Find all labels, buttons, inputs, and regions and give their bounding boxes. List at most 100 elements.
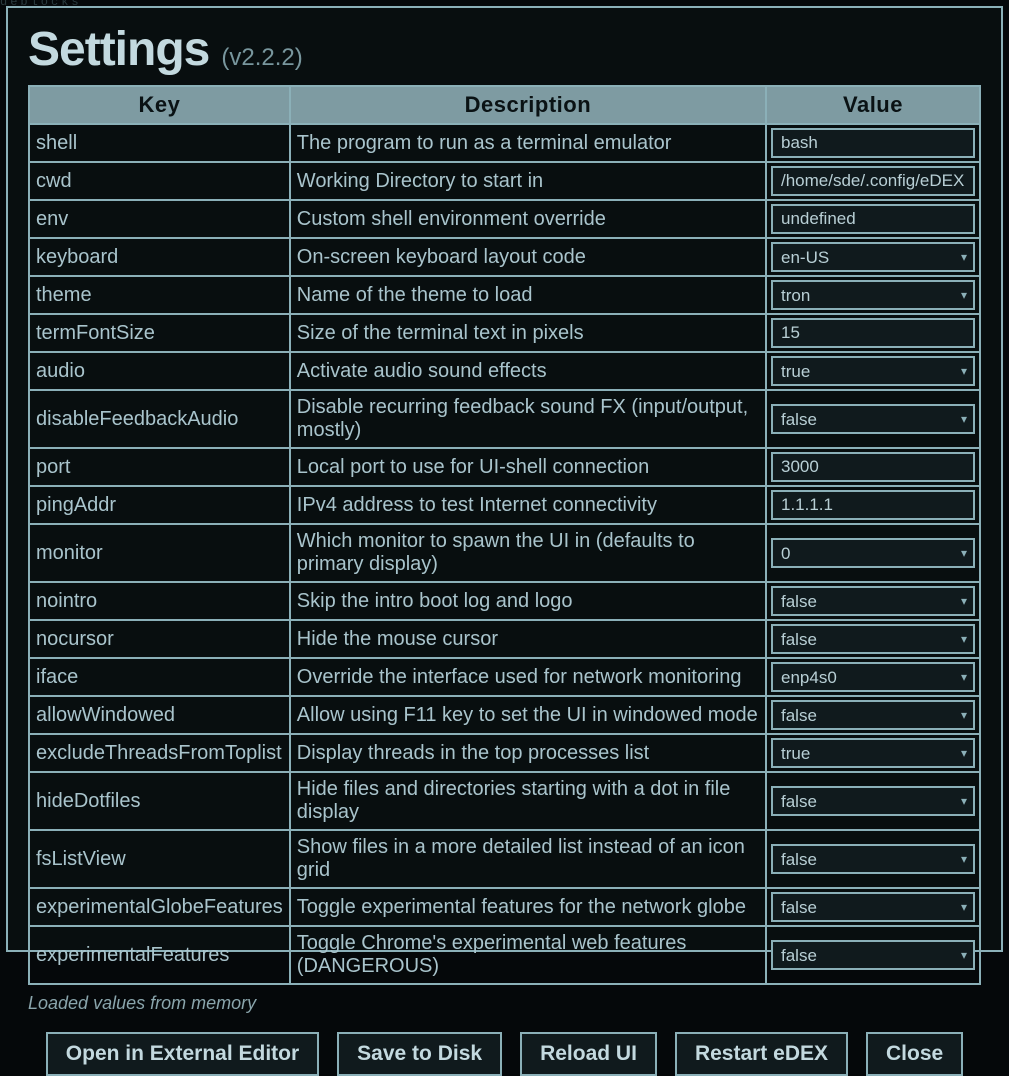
setting-key: nointro xyxy=(29,582,290,620)
table-row: keyboardOn-screen keyboard layout codeen… xyxy=(29,238,980,276)
setting-key: disableFeedbackAudio xyxy=(29,390,290,448)
restart-edex-button[interactable]: Restart eDEX xyxy=(675,1032,848,1076)
select-wrap: false xyxy=(771,700,975,730)
setting-select-excludeThreadsFromToplist[interactable]: true xyxy=(771,738,975,768)
setting-description: Custom shell environment override xyxy=(290,200,766,238)
setting-description: Activate audio sound effects xyxy=(290,352,766,390)
setting-value-cell: true xyxy=(766,352,980,390)
setting-select-experimentalGlobeFeatures[interactable]: false xyxy=(771,892,975,922)
setting-key: cwd xyxy=(29,162,290,200)
settings-modal: Settings (v2.2.2) Key Description Value … xyxy=(6,6,1003,952)
setting-key: experimentalGlobeFeatures xyxy=(29,888,290,926)
select-wrap: false xyxy=(771,892,975,922)
setting-key: iface xyxy=(29,658,290,696)
select-wrap: false xyxy=(771,624,975,654)
table-row: experimentalFeaturesToggle Chrome's expe… xyxy=(29,926,980,984)
setting-select-nocursor[interactable]: false xyxy=(771,624,975,654)
setting-select-keyboard[interactable]: en-US xyxy=(771,242,975,272)
setting-value-cell: false xyxy=(766,390,980,448)
setting-select-fsListView[interactable]: false xyxy=(771,844,975,874)
close-button[interactable]: Close xyxy=(866,1032,963,1076)
setting-value-cell: false xyxy=(766,888,980,926)
setting-description: Disable recurring feedback sound FX (inp… xyxy=(290,390,766,448)
setting-value-cell: 0 xyxy=(766,524,980,582)
select-wrap: enp4s0 xyxy=(771,662,975,692)
setting-value-cell: false xyxy=(766,830,980,888)
select-wrap: true xyxy=(771,356,975,386)
button-row: Open in External Editor Save to Disk Rel… xyxy=(28,1014,981,1076)
column-header-description: Description xyxy=(290,86,766,124)
table-row: audioActivate audio sound effectstrue xyxy=(29,352,980,390)
setting-description: Show files in a more detailed list inste… xyxy=(290,830,766,888)
setting-value-cell: tron xyxy=(766,276,980,314)
setting-select-experimentalFeatures[interactable]: false xyxy=(771,940,975,970)
setting-value-cell xyxy=(766,486,980,524)
setting-key: monitor xyxy=(29,524,290,582)
setting-description: Toggle experimental features for the net… xyxy=(290,888,766,926)
select-wrap: true xyxy=(771,738,975,768)
setting-key: shell xyxy=(29,124,290,162)
setting-value-cell: false xyxy=(766,620,980,658)
setting-input-env[interactable] xyxy=(771,204,975,234)
table-row: excludeThreadsFromToplistDisplay threads… xyxy=(29,734,980,772)
setting-description: On-screen keyboard layout code xyxy=(290,238,766,276)
setting-key: termFontSize xyxy=(29,314,290,352)
setting-select-allowWindowed[interactable]: false xyxy=(771,700,975,730)
select-wrap: tron xyxy=(771,280,975,310)
setting-select-hideDotfiles[interactable]: false xyxy=(771,786,975,816)
setting-select-audio[interactable]: true xyxy=(771,356,975,386)
title-row: Settings (v2.2.2) xyxy=(28,22,981,77)
table-row: experimentalGlobeFeaturesToggle experime… xyxy=(29,888,980,926)
setting-key: theme xyxy=(29,276,290,314)
table-row: ifaceOverride the interface used for net… xyxy=(29,658,980,696)
setting-select-theme[interactable]: tron xyxy=(771,280,975,310)
setting-input-port[interactable] xyxy=(771,452,975,482)
select-wrap: false xyxy=(771,586,975,616)
setting-input-pingAddr[interactable] xyxy=(771,490,975,520)
setting-select-monitor[interactable]: 0 xyxy=(771,538,975,568)
select-wrap: 0 xyxy=(771,538,975,568)
setting-key: fsListView xyxy=(29,830,290,888)
setting-input-termFontSize[interactable] xyxy=(771,318,975,348)
setting-description: The program to run as a terminal emulato… xyxy=(290,124,766,162)
setting-key: allowWindowed xyxy=(29,696,290,734)
setting-select-disableFeedbackAudio[interactable]: false xyxy=(771,404,975,434)
setting-key: nocursor xyxy=(29,620,290,658)
page-title: Settings xyxy=(28,22,209,77)
setting-key: hideDotfiles xyxy=(29,772,290,830)
setting-select-iface[interactable]: enp4s0 xyxy=(771,662,975,692)
table-row: pingAddrIPv4 address to test Internet co… xyxy=(29,486,980,524)
table-row: disableFeedbackAudioDisable recurring fe… xyxy=(29,390,980,448)
table-row: portLocal port to use for UI-shell conne… xyxy=(29,448,980,486)
setting-value-cell: false xyxy=(766,696,980,734)
setting-key: port xyxy=(29,448,290,486)
table-row: allowWindowedAllow using F11 key to set … xyxy=(29,696,980,734)
setting-value-cell xyxy=(766,162,980,200)
setting-description: Working Directory to start in xyxy=(290,162,766,200)
setting-value-cell: false xyxy=(766,582,980,620)
open-external-editor-button[interactable]: Open in External Editor xyxy=(46,1032,319,1076)
table-row: shellThe program to run as a terminal em… xyxy=(29,124,980,162)
setting-value-cell: true xyxy=(766,734,980,772)
column-header-value: Value xyxy=(766,86,980,124)
setting-key: env xyxy=(29,200,290,238)
setting-description: Display threads in the top processes lis… xyxy=(290,734,766,772)
setting-input-shell[interactable] xyxy=(771,128,975,158)
table-row: fsListViewShow files in a more detailed … xyxy=(29,830,980,888)
setting-description: Name of the theme to load xyxy=(290,276,766,314)
settings-table: Key Description Value shellThe program t… xyxy=(28,85,981,985)
reload-ui-button[interactable]: Reload UI xyxy=(520,1032,657,1076)
version-label: (v2.2.2) xyxy=(221,44,302,72)
table-row: nointroSkip the intro boot log and logof… xyxy=(29,582,980,620)
table-row: termFontSizeSize of the terminal text in… xyxy=(29,314,980,352)
setting-description: Allow using F11 key to set the UI in win… xyxy=(290,696,766,734)
setting-value-cell: false xyxy=(766,926,980,984)
select-wrap: en-US xyxy=(771,242,975,272)
setting-input-cwd[interactable] xyxy=(771,166,975,196)
setting-description: Hide files and directories starting with… xyxy=(290,772,766,830)
setting-description: Local port to use for UI-shell connectio… xyxy=(290,448,766,486)
save-to-disk-button[interactable]: Save to Disk xyxy=(337,1032,502,1076)
setting-select-nointro[interactable]: false xyxy=(771,586,975,616)
table-row: envCustom shell environment override xyxy=(29,200,980,238)
setting-key: audio xyxy=(29,352,290,390)
